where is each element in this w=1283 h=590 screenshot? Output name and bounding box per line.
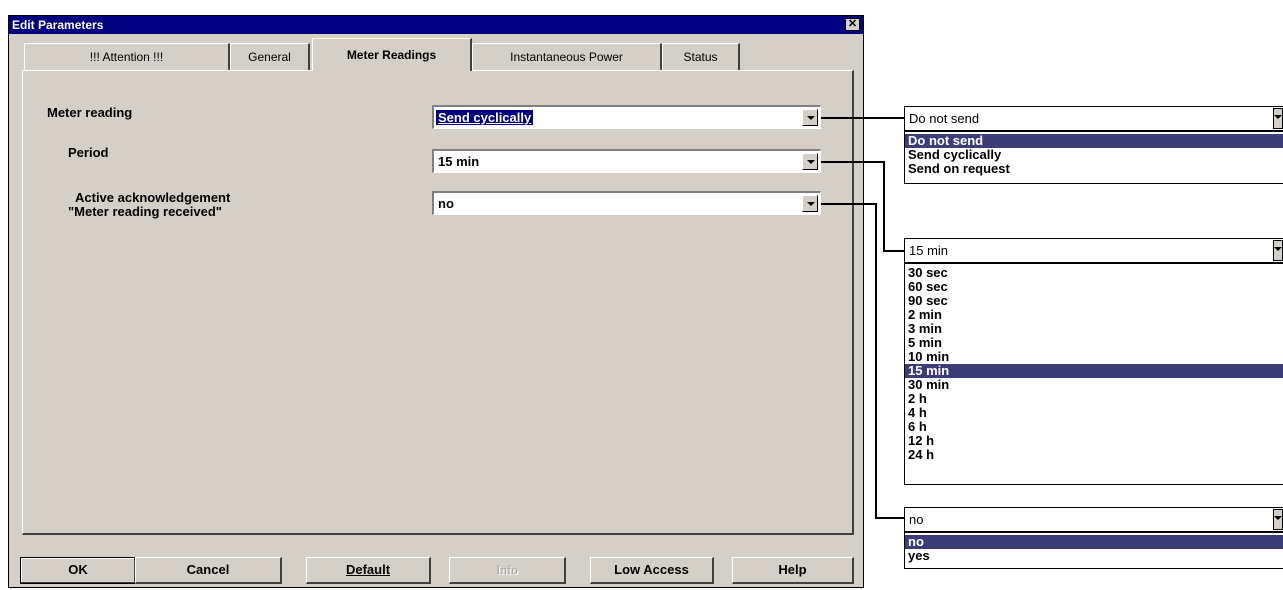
list-item[interactable]: 5 min	[905, 336, 1283, 350]
tab-label: Status	[683, 50, 718, 64]
meter-reading-dropdown-list: Do not send Send cyclically Send on requ…	[904, 131, 1283, 184]
list-item[interactable]: 2 h	[905, 392, 1283, 406]
list-item[interactable]: Send cyclically	[905, 148, 1283, 162]
low-access-button-label: Low Access	[614, 562, 689, 577]
connector-line	[821, 203, 876, 205]
period-label: Period	[68, 145, 109, 160]
cancel-button[interactable]: Cancel	[135, 557, 282, 584]
list-item[interactable]: yes	[905, 549, 1283, 563]
meter-reading-dropdown-field[interactable]: Do not send	[904, 106, 1283, 131]
list-item[interactable]: 10 min	[905, 350, 1283, 364]
default-button-label: Default	[345, 562, 391, 577]
close-icon[interactable]: ✕	[845, 18, 860, 31]
period-value: 15 min	[438, 154, 480, 169]
list-item[interactable]: 60 sec	[905, 280, 1283, 294]
list-item[interactable]: 90 sec	[905, 294, 1283, 308]
list-item[interactable]: 2 min	[905, 308, 1283, 322]
tab-label: Instantaneous Power	[510, 50, 623, 64]
info-button: Info	[449, 557, 566, 584]
list-item[interactable]: 3 min	[905, 322, 1283, 336]
connector-line	[821, 161, 884, 163]
list-item[interactable]: no	[905, 535, 1283, 549]
list-item[interactable]: Do not send	[905, 134, 1283, 148]
tab-label: !!! Attention !!!	[89, 50, 164, 64]
chevron-down-icon[interactable]	[1273, 240, 1283, 261]
ack-dropdown-list: no yes	[904, 532, 1283, 569]
period-dropdown-value: 15 min	[909, 243, 949, 258]
help-button[interactable]: Help	[732, 557, 854, 584]
chevron-down-icon[interactable]	[802, 109, 818, 126]
connector-line	[875, 203, 877, 519]
chevron-down-icon[interactable]	[802, 195, 818, 212]
list-item[interactable]: 30 sec	[905, 266, 1283, 280]
chevron-down-icon[interactable]	[1273, 509, 1283, 530]
dialog-titlebar: Edit Parameters ✕	[9, 16, 863, 34]
tab-meter-readings[interactable]: Meter Readings	[312, 38, 472, 71]
meter-reading-dropdown-value: Do not send	[909, 111, 980, 126]
ack-dropdown-value: no	[909, 512, 924, 527]
ok-button[interactable]: OK	[20, 557, 136, 584]
help-button-label: Help	[778, 562, 807, 577]
meter-reading-label: Meter reading	[47, 105, 133, 120]
tab-panel	[22, 70, 854, 535]
list-item[interactable]: 24 h	[905, 448, 1283, 462]
default-button[interactable]: Default	[306, 557, 431, 584]
connector-line	[883, 250, 905, 252]
tab-instantaneous-power[interactable]: Instantaneous Power	[472, 43, 662, 70]
meter-reading-value: Send cyclically	[436, 110, 534, 125]
meter-reading-select[interactable]: Send cyclically	[432, 105, 821, 129]
tab-general[interactable]: General	[230, 43, 310, 70]
dialog-title: Edit Parameters	[12, 18, 104, 32]
low-access-button[interactable]: Low Access	[590, 557, 714, 584]
tab-label: General	[248, 50, 291, 64]
ack-select[interactable]: no	[432, 191, 821, 215]
chevron-down-icon[interactable]	[802, 153, 818, 170]
list-item[interactable]: 4 h	[905, 406, 1283, 420]
list-item[interactable]: 6 h	[905, 420, 1283, 434]
period-dropdown-field[interactable]: 15 min	[904, 238, 1283, 263]
tab-attention[interactable]: !!! Attention !!!	[24, 43, 230, 70]
period-dropdown-list: 30 sec 60 sec 90 sec 2 min 3 min 5 min 1…	[904, 263, 1283, 485]
chevron-down-icon[interactable]	[1273, 108, 1283, 129]
list-item[interactable]: 15 min	[905, 364, 1283, 378]
tab-label: Meter Readings	[346, 48, 437, 62]
period-select[interactable]: 15 min	[432, 149, 821, 173]
ack-label-line2: "Meter reading received"	[68, 204, 222, 219]
connector-line	[883, 161, 885, 252]
ack-label-line1: Active acknowledgement	[75, 190, 231, 205]
ack-dropdown-field[interactable]: no	[904, 507, 1283, 532]
list-item[interactable]: Send on request	[905, 162, 1283, 176]
list-item[interactable]: 12 h	[905, 434, 1283, 448]
tab-status[interactable]: Status	[662, 43, 740, 70]
list-item[interactable]: 30 min	[905, 378, 1283, 392]
connector-line	[875, 517, 905, 519]
connector-line	[821, 117, 905, 119]
info-button-label: Info	[496, 562, 518, 577]
ack-value: no	[438, 196, 454, 211]
